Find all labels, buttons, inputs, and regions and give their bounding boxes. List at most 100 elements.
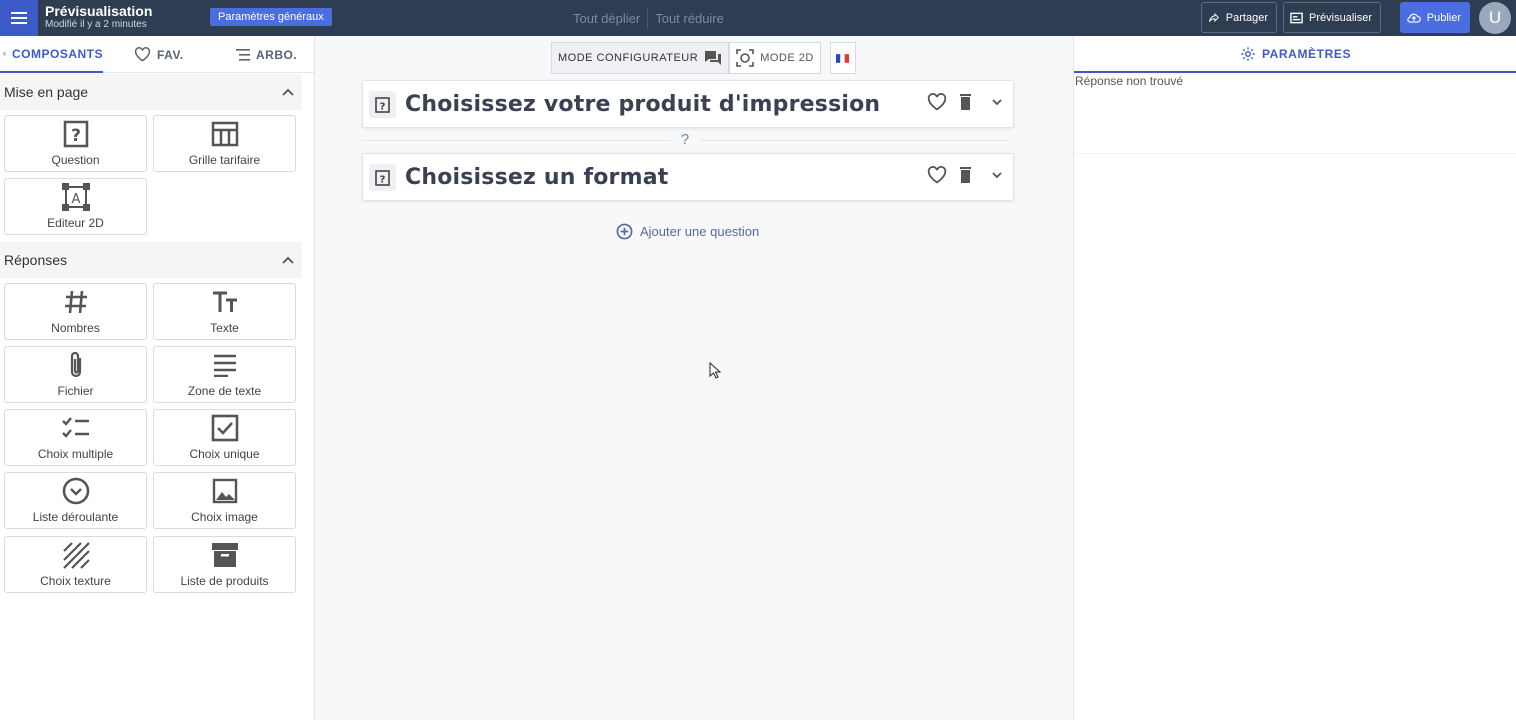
- question-actions: [927, 93, 1007, 111]
- component-label: Fichier: [57, 384, 94, 398]
- tab-settings-label: PARAMÈTRES: [1261, 46, 1352, 61]
- component-label: Choix multiple: [37, 447, 114, 461]
- component-label: Choix texture: [40, 574, 111, 588]
- component-question[interactable]: ? Question: [4, 115, 147, 172]
- tree-icon: [236, 48, 250, 61]
- mode-2d-button[interactable]: MODE 2D: [729, 42, 821, 74]
- component-single-choice[interactable]: Choix unique: [153, 409, 296, 466]
- publish-label: Publier: [1426, 11, 1461, 24]
- svg-text:?: ?: [380, 174, 386, 185]
- component-texture-choice[interactable]: Choix texture: [4, 536, 147, 593]
- mouse-cursor-icon: [709, 362, 721, 379]
- table-icon: [211, 121, 238, 147]
- forum-icon: [705, 51, 722, 65]
- question-title[interactable]: Choisissez votre produit d'impression: [405, 92, 880, 117]
- cloud-upload-icon: [1407, 13, 1421, 23]
- question-box-icon: ?: [375, 169, 390, 186]
- sidebar-tabs: COMPOSANTS FAV. ARBO.: [0, 36, 315, 73]
- section-layout-title: Mise en page: [4, 84, 89, 100]
- question-box-icon: ?: [375, 96, 390, 113]
- collapse-all-button[interactable]: Tout réduire: [648, 11, 731, 26]
- component-numbers[interactable]: Nombres: [4, 283, 147, 340]
- component-textarea[interactable]: Zone de texte: [153, 346, 296, 403]
- component-label: Texte: [210, 321, 239, 335]
- publish-button[interactable]: Publier: [1400, 2, 1470, 33]
- editor-2d-icon: A: [61, 183, 90, 211]
- section-answers-title: Réponses: [4, 252, 68, 268]
- chevron-down-icon[interactable]: [987, 93, 1007, 111]
- menu-icon: [11, 12, 27, 24]
- delete-icon[interactable]: [957, 166, 977, 184]
- paperclip-icon: [70, 351, 81, 378]
- share-icon: [1208, 12, 1220, 23]
- question-type-badge: ?: [369, 91, 396, 118]
- component-text[interactable]: Texte: [153, 283, 296, 340]
- tab-tree[interactable]: ARBO.: [236, 36, 297, 73]
- empty-state-message: Réponse non trouvé: [1075, 74, 1184, 88]
- language-button[interactable]: [829, 42, 856, 74]
- add-circle-icon: [616, 223, 633, 240]
- checkbox-icon: [211, 414, 238, 442]
- heart-icon[interactable]: [927, 166, 947, 184]
- settings-panel: PARAMÈTRES Réponse non trouvé: [1073, 36, 1516, 720]
- question-card[interactable]: ? Choisissez votre produit d'impression: [362, 80, 1014, 128]
- component-editor-2d[interactable]: A Editeur 2D: [4, 178, 147, 235]
- add-question-label: Ajouter une question: [640, 224, 760, 239]
- components-sidebar: COMPOSANTS FAV. ARBO. Mise en page ? Que…: [0, 36, 315, 720]
- tab-favorites-label: FAV.: [157, 47, 184, 62]
- app-title: Prévisualisation: [45, 3, 153, 19]
- preview-button[interactable]: Prévisualiser: [1283, 2, 1381, 33]
- section-answers-header[interactable]: Réponses: [0, 242, 302, 278]
- mode-configurator-button[interactable]: MODE CONFIGURATEUR: [551, 42, 730, 74]
- component-multiple-choice[interactable]: Choix multiple: [4, 409, 147, 466]
- component-label: Liste de produits: [180, 574, 269, 588]
- question-card[interactable]: ? Choisissez un format: [362, 153, 1014, 201]
- mode-2d-label: MODE 2D: [760, 52, 814, 64]
- add-question-button[interactable]: Ajouter une question: [616, 223, 759, 240]
- component-label: Question: [51, 153, 100, 167]
- dropdown-icon: [62, 477, 89, 505]
- component-label: Liste déroulante: [32, 510, 119, 524]
- tab-components[interactable]: COMPOSANTS: [0, 36, 103, 73]
- question-type-badge: ?: [369, 164, 396, 191]
- tab-favorites[interactable]: FAV.: [134, 36, 184, 73]
- svg-text:?: ?: [380, 101, 386, 112]
- texture-icon: [62, 542, 90, 569]
- general-settings-button[interactable]: Paramètres généraux: [210, 8, 332, 26]
- text-icon: [212, 291, 237, 312]
- user-avatar[interactable]: U: [1479, 2, 1511, 34]
- menu-button[interactable]: [0, 0, 38, 36]
- share-button[interactable]: Partager: [1201, 2, 1277, 33]
- svg-text:?: ?: [71, 126, 81, 146]
- archive-icon: [211, 543, 238, 567]
- component-label: Grille tarifaire: [188, 153, 261, 167]
- expand-all-button[interactable]: Tout déplier: [566, 11, 647, 26]
- chevron-down-icon[interactable]: [987, 166, 1007, 184]
- mode-configurator-label: MODE CONFIGURATEUR: [558, 52, 699, 64]
- question-actions: [927, 166, 1007, 184]
- mode-toolbar: MODE CONFIGURATEUR MODE 2D: [551, 42, 856, 74]
- top-bar: Prévisualisation Modifié il y a 2 minute…: [0, 0, 1516, 36]
- delete-icon[interactable]: [957, 93, 977, 111]
- gear-icon: [1241, 46, 1255, 61]
- hash-icon: [64, 290, 87, 314]
- tab-components-label: COMPOSANTS: [11, 46, 103, 61]
- chevron-up-icon: [282, 256, 294, 264]
- tab-settings[interactable]: PARAMÈTRES: [1074, 36, 1516, 73]
- divider: [1074, 153, 1516, 154]
- preview-label: Prévisualiser: [1309, 11, 1372, 24]
- scan-2d-icon: [736, 49, 754, 67]
- component-product-list[interactable]: Liste de produits: [153, 536, 296, 593]
- share-label: Partager: [1225, 11, 1268, 24]
- question-title[interactable]: Choisissez un format: [405, 165, 668, 190]
- heart-icon[interactable]: [927, 93, 947, 111]
- component-price-grid[interactable]: Grille tarifaire: [153, 115, 296, 172]
- expand-collapse-group: Tout déplier Tout réduire: [566, 0, 731, 36]
- component-file[interactable]: Fichier: [4, 346, 147, 403]
- component-image-choice[interactable]: Choix image: [153, 472, 296, 529]
- component-dropdown[interactable]: Liste déroulante: [4, 472, 147, 529]
- component-label: Choix unique: [189, 447, 260, 461]
- grid-icon: [3, 52, 6, 55]
- component-label: Editeur 2D: [47, 216, 104, 230]
- section-layout-header[interactable]: Mise en page: [0, 74, 302, 110]
